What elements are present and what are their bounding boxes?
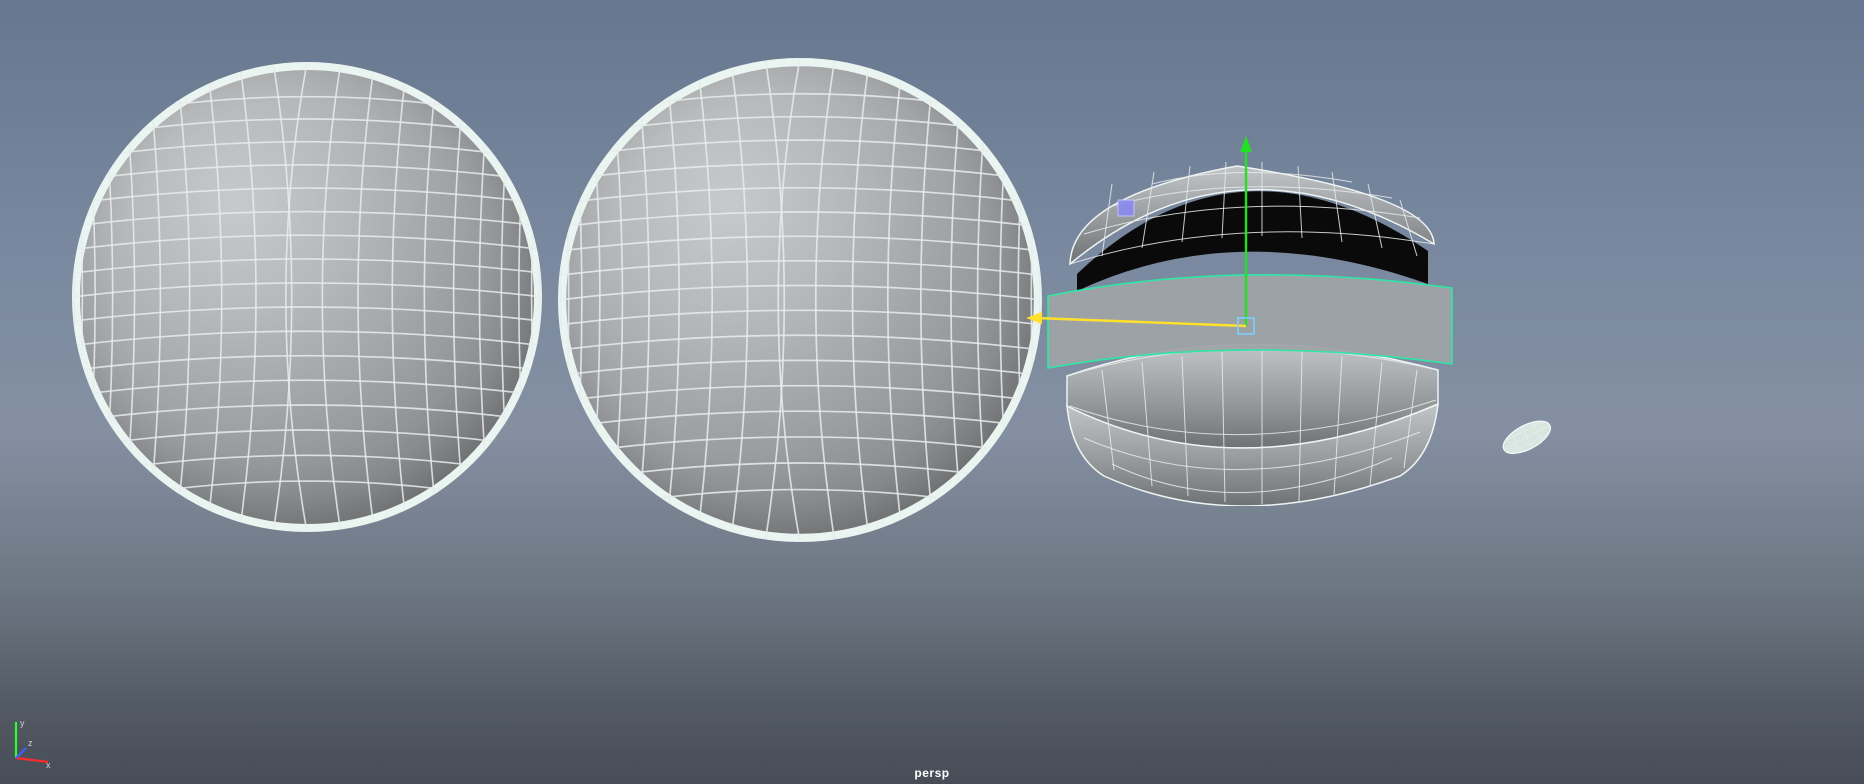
axis-x-label: x bbox=[46, 760, 51, 770]
view-axis-triad: y x z bbox=[8, 718, 56, 766]
camera-name-label: persp bbox=[914, 766, 949, 780]
move-gizmo[interactable] bbox=[1016, 126, 1266, 346]
gizmo-x-axis[interactable] bbox=[1036, 318, 1246, 326]
sphere3-bottom-cap bbox=[1067, 344, 1438, 506]
wireframe-sphere-2 bbox=[558, 58, 1042, 542]
gizmo-yz-plane-handle[interactable] bbox=[1118, 200, 1134, 216]
axis-x-icon bbox=[16, 758, 48, 762]
sphere3-fragment[interactable] bbox=[1492, 408, 1563, 471]
poly-sphere-2[interactable] bbox=[558, 58, 1042, 542]
viewport-3d[interactable]: y x z persp bbox=[0, 0, 1864, 784]
gizmo-y-arrowhead-icon bbox=[1240, 136, 1252, 152]
gizmo-x-arrowhead-icon bbox=[1026, 312, 1042, 324]
wireframe-sphere-1 bbox=[72, 62, 542, 532]
axis-z-icon bbox=[16, 748, 26, 758]
fragment-wire bbox=[1492, 408, 1561, 466]
axis-y-label: y bbox=[20, 718, 25, 728]
axis-z-label: z bbox=[28, 738, 33, 748]
poly-sphere-1[interactable] bbox=[72, 62, 542, 532]
